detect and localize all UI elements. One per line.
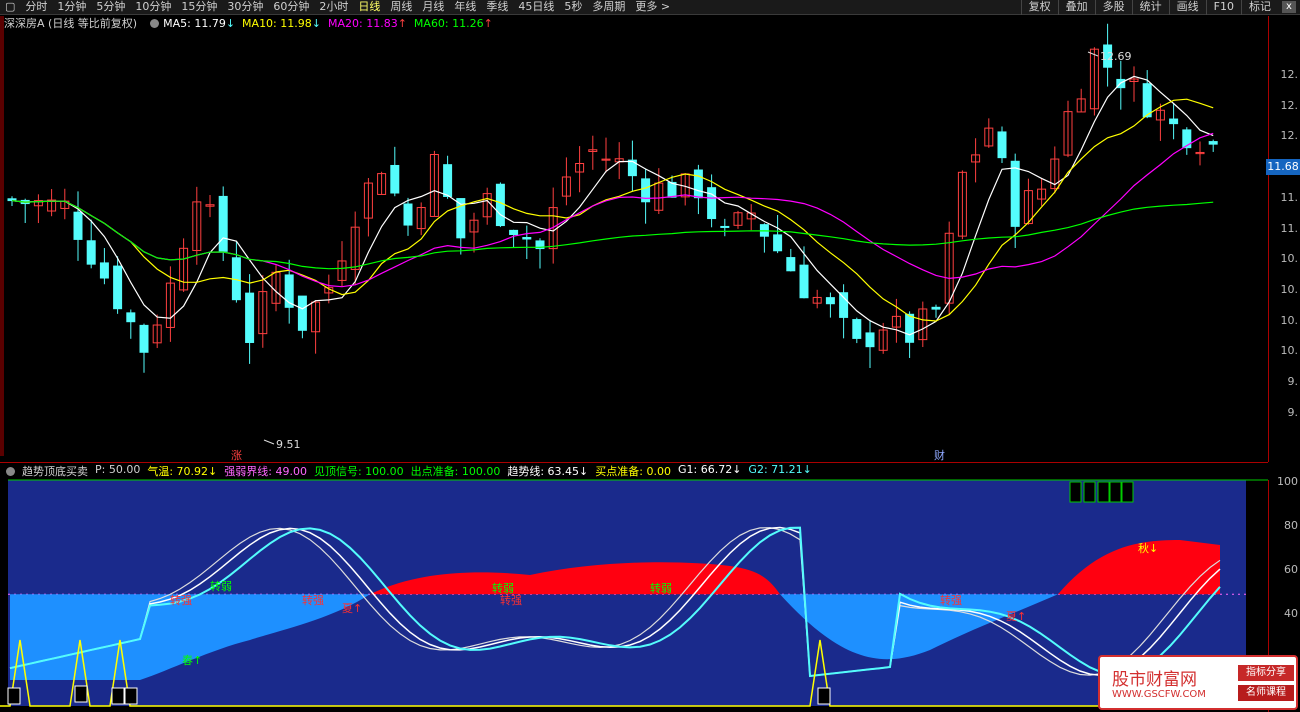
- watermark-tag-share: 指标分享: [1238, 665, 1294, 681]
- candle-body: [1010, 160, 1020, 227]
- candle-body: [73, 211, 83, 240]
- ma20-line: [11, 132, 1214, 288]
- ma10-line: [11, 98, 1214, 322]
- top-signal-box: [1069, 481, 1082, 503]
- buy-box: [111, 687, 125, 705]
- buy-box: [74, 685, 88, 703]
- high-price-pointer: [1087, 51, 1099, 57]
- watermark-tag-course: 名师课程: [1238, 685, 1294, 701]
- top-signal-box: [1109, 481, 1122, 503]
- candle-body: [443, 164, 453, 197]
- candle-body: [522, 237, 532, 240]
- watermark-url: WWW.GSCFW.COM: [1112, 689, 1206, 700]
- marker-zhang: 涨: [231, 449, 242, 462]
- candle-body: [7, 198, 17, 202]
- candle-body: [1142, 83, 1152, 118]
- candle-body: [113, 265, 123, 310]
- candle-body: [86, 240, 96, 265]
- candle-body: [905, 313, 915, 343]
- candle-body: [931, 306, 941, 310]
- candle-body: [1208, 141, 1218, 145]
- candle-body: [773, 234, 783, 252]
- watermark-badge: 股市财富网 WWW.GSCFW.COM 指标分享 名师课程: [1098, 655, 1298, 710]
- candle-body: [720, 225, 730, 228]
- top-signal-box: [1121, 481, 1134, 503]
- candle-body: [390, 164, 400, 194]
- candle-body: [99, 262, 109, 279]
- candle-body: [997, 131, 1007, 159]
- candle-body: [218, 195, 228, 252]
- candle-body: [865, 332, 875, 348]
- indicator-annotation-9: 夏↑: [1006, 610, 1026, 623]
- indicator-annotation-2: 春↑: [182, 654, 202, 667]
- indicator-annotation-1: 转强: [170, 593, 192, 607]
- candle-body: [852, 319, 862, 339]
- buy-box: [7, 687, 21, 705]
- candle-body: [139, 324, 149, 353]
- low-price-pointer: [263, 439, 275, 445]
- low-price-label: 9.51: [276, 438, 301, 451]
- candle-body: [693, 169, 703, 199]
- top-signal-box: [1083, 481, 1096, 503]
- indicator-annotation-7: 转弱: [650, 581, 672, 595]
- indicator-annotation-8: 转强: [940, 593, 962, 607]
- high-price-label: 12.69: [1100, 50, 1132, 63]
- ma60-line: [11, 200, 1214, 270]
- candle-body: [786, 257, 796, 272]
- top-signal-box: [1097, 481, 1110, 503]
- buy-box: [817, 687, 831, 705]
- indicator-annotation-10: 秋↓: [1138, 541, 1158, 555]
- ma5-line: [11, 75, 1214, 336]
- indicator-annotation-5: 转弱: [492, 581, 514, 595]
- candle-body: [495, 183, 505, 227]
- candle-body: [667, 181, 677, 198]
- indicator-annotation-4: 夏↑: [342, 602, 362, 615]
- candle-body: [1169, 118, 1179, 125]
- candle-body: [707, 187, 717, 220]
- candle-body: [509, 229, 519, 235]
- buy-box: [124, 687, 138, 705]
- watermark-title: 股市财富网: [1112, 670, 1197, 690]
- candle-body: [825, 297, 835, 305]
- candle-body: [297, 295, 307, 331]
- candle-body: [839, 292, 849, 318]
- indicator-annotation-6: 转强: [500, 593, 522, 607]
- marker-cai: 财: [934, 448, 945, 462]
- candle-body: [126, 312, 136, 323]
- indicator-annotation-0: 转弱: [210, 579, 232, 593]
- candle-body: [799, 264, 809, 299]
- chart-canvas[interactable]: 12.699.51涨 财转弱转强春↑转强夏↑转弱转强转弱转强夏↑秋↓: [0, 0, 1300, 712]
- candle-body: [403, 203, 413, 226]
- indicator-annotation-3: 转强: [302, 593, 324, 607]
- candle-body: [245, 292, 255, 343]
